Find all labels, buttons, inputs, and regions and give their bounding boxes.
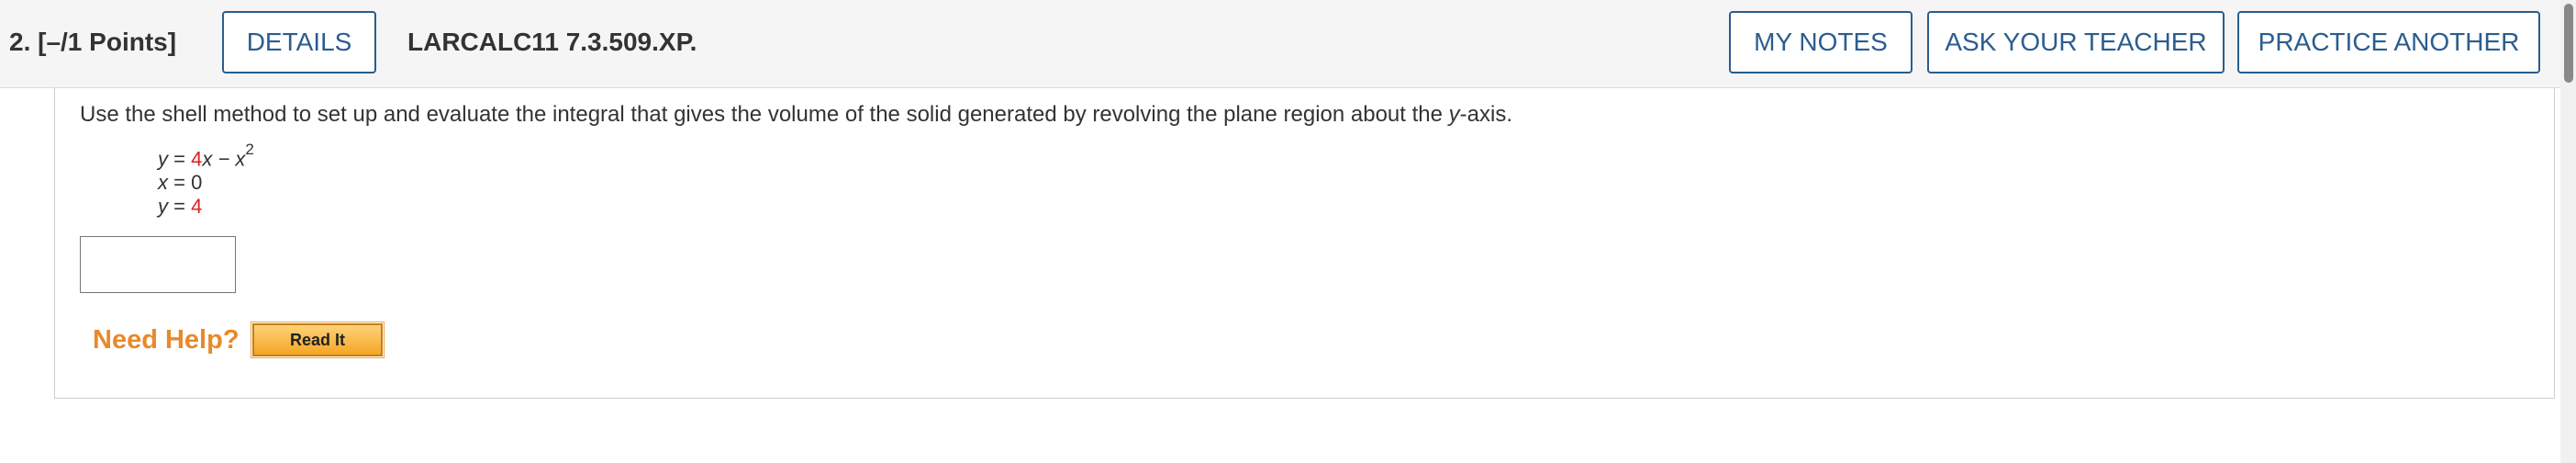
- scrollbar-thumb[interactable]: [2564, 4, 2573, 83]
- question-header: 2. [–/1 Points] DETAILS LARCALC11 7.3.50…: [0, 0, 2560, 88]
- question-prompt: Use the shell method to set up and evalu…: [80, 102, 1512, 128]
- ask-your-teacher-button[interactable]: ASK YOUR TEACHER: [1927, 11, 2225, 73]
- answer-input[interactable]: [80, 236, 236, 293]
- equation-coefficient: 4: [191, 147, 203, 171]
- details-button[interactable]: DETAILS: [222, 11, 376, 73]
- practice-another-button[interactable]: PRACTICE ANOTHER: [2237, 11, 2540, 73]
- question-points-label: 2. [–/1 Points]: [9, 28, 177, 56]
- read-it-button[interactable]: Read It: [251, 322, 385, 358]
- equation-y-bound: y = 4: [158, 195, 203, 219]
- vertical-scrollbar[interactable]: [2560, 0, 2576, 463]
- equation-y-value: 4: [191, 195, 203, 219]
- prompt-axis-variable: y: [1448, 102, 1460, 127]
- prompt-text-end: -axis.: [1459, 102, 1512, 127]
- prompt-text-start: Use the shell method to set up and evalu…: [80, 102, 1449, 127]
- problem-id: LARCALC11 7.3.509.XP.: [407, 28, 697, 56]
- my-notes-button[interactable]: MY NOTES: [1729, 11, 1912, 73]
- equation-x-bound: x = 0: [158, 171, 203, 195]
- need-help-label: Need Help?: [93, 325, 240, 355]
- equation-curve: y = 4x − x2: [158, 141, 254, 171]
- region-equations: y = 4x − x2 x = 0 y = 4: [158, 141, 254, 219]
- question-body: Use the shell method to set up and evalu…: [54, 88, 2555, 399]
